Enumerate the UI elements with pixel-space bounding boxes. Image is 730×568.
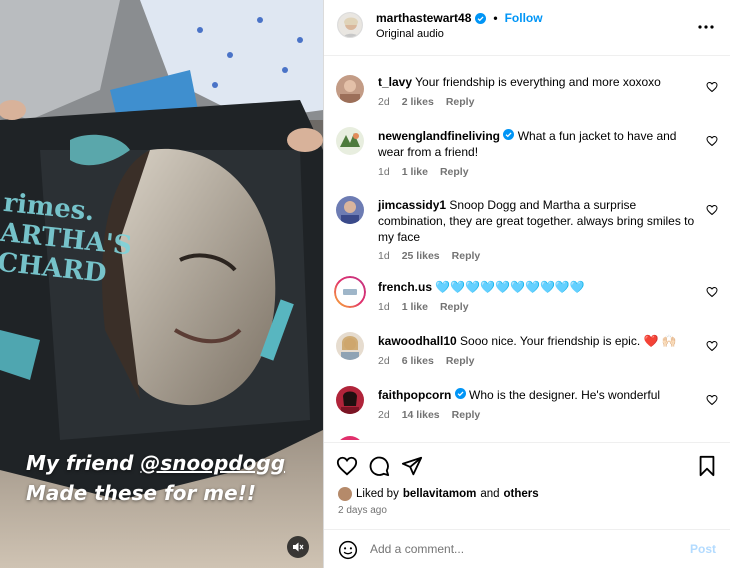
comment-likes[interactable]: 14 likes: [402, 409, 440, 421]
comment-body: Your friendship is everything and more x…: [415, 75, 661, 89]
avatar-image: [336, 332, 364, 360]
comment-username[interactable]: french.us: [378, 280, 432, 294]
liked-by-and: and: [480, 488, 500, 500]
comment-text-row: french.us 🩵🩵🩵🩵🩵🩵🩵🩵🩵🩵: [378, 279, 698, 295]
commenter-avatar[interactable]: [336, 386, 364, 414]
audio-link[interactable]: Original audio: [376, 28, 444, 40]
like-comment-heart-icon[interactable]: [706, 394, 718, 406]
comment-body: Sooo nice. Your friendship is epic. ❤️ 🙌…: [460, 334, 677, 348]
comment-likes[interactable]: 1 like: [402, 166, 428, 178]
verified-badge-icon: [454, 388, 466, 399]
instagram-post-modal: rimes. ARTHA'S CHARD My friend @snoopdog…: [0, 0, 730, 568]
follow-button[interactable]: Follow: [505, 11, 543, 25]
like-comment-heart-icon[interactable]: [706, 204, 718, 216]
caption-mention-link[interactable]: @snoopdogg: [140, 451, 285, 475]
comment-meta: 2d 2 likes Reply: [378, 96, 474, 108]
like-comment-heart-icon[interactable]: [706, 135, 718, 147]
like-comment-heart-icon[interactable]: [706, 286, 718, 298]
author-username[interactable]: marthastewart48: [376, 11, 471, 25]
comment-meta: 2d 14 likes Reply: [378, 409, 480, 421]
comment-likes[interactable]: 1 like: [402, 301, 428, 313]
verified-badge-icon: [475, 12, 487, 24]
comment-username[interactable]: jimcassidy1: [378, 198, 446, 212]
reply-button[interactable]: Reply: [440, 301, 469, 313]
comment-text-row: faithpopcorn Who is the designer. He's w…: [378, 387, 698, 403]
commenter-avatar[interactable]: [336, 332, 364, 360]
avatar-image: [336, 196, 364, 224]
comment-age[interactable]: 2d: [378, 355, 390, 367]
comments-list[interactable]: t_lavy Your friendship is everything and…: [324, 56, 730, 440]
save-bookmark-icon[interactable]: [696, 455, 718, 477]
jacket-print-text: rimes. ARTHA'S CHARD: [0, 187, 134, 289]
comment-likes[interactable]: 6 likes: [402, 355, 434, 367]
comment-likes[interactable]: 25 likes: [402, 250, 440, 262]
add-comment-bar: Post: [324, 529, 730, 568]
commenter-avatar[interactable]: [336, 75, 364, 103]
comment-text-row: kawoodhall10 Sooo nice. Your friendship …: [378, 333, 698, 349]
commenter-avatar[interactable]: [336, 127, 364, 155]
reply-button[interactable]: Reply: [446, 355, 475, 367]
liked-by-user-link[interactable]: bellavitamom: [403, 488, 477, 500]
commenter-avatar[interactable]: [336, 196, 364, 224]
comment-age[interactable]: 1d: [378, 250, 390, 262]
reply-button[interactable]: Reply: [440, 166, 469, 178]
comment-age[interactable]: 2d: [378, 409, 390, 421]
post-details-panel: marthastewart48 • Follow Original audio: [323, 0, 730, 568]
avatar-image: [334, 276, 366, 308]
caption-line-2: Made these for me!!: [26, 481, 256, 505]
comment-meta: 1d 1 like Reply: [378, 301, 469, 313]
avatar-image: [336, 386, 364, 414]
ellipsis-icon: [698, 25, 714, 29]
action-bar: [324, 442, 730, 484]
author-row: marthastewart48 • Follow: [376, 11, 543, 25]
caption-text: My friend: [26, 451, 141, 475]
like-comment-heart-icon[interactable]: [706, 340, 718, 352]
share-paper-plane-icon[interactable]: [401, 455, 423, 477]
comment-meta: 1d 1 like Reply: [378, 166, 469, 178]
author-avatar[interactable]: [337, 12, 363, 38]
avatar-image: [336, 75, 364, 103]
reply-button[interactable]: Reply: [452, 409, 481, 421]
liked-by-prefix: Liked by: [356, 488, 399, 500]
comment-username[interactable]: faithpopcorn: [378, 388, 451, 402]
comment-username[interactable]: kawoodhall10: [378, 334, 457, 348]
comment-body: 🩵🩵🩵🩵🩵🩵🩵🩵🩵🩵: [435, 280, 585, 294]
liker-avatar[interactable]: [338, 487, 352, 501]
post-comment-button[interactable]: Post: [690, 542, 716, 556]
separator-dot: •: [493, 11, 498, 25]
likes-summary: Liked by bellavitamom and others: [338, 487, 539, 501]
post-media[interactable]: rimes. ARTHA'S CHARD My friend @snoopdog…: [0, 0, 323, 568]
comment-text-row: jimcassidy1 Snoop Dogg and Martha a surp…: [378, 197, 698, 245]
comment-likes[interactable]: 2 likes: [402, 96, 434, 108]
mute-button[interactable]: [287, 536, 309, 558]
media-caption: My friend @snoopdogg Made these for me!!: [26, 448, 285, 508]
more-options-button[interactable]: [698, 16, 714, 34]
comment-text-row: newenglandfineliving What a fun jacket t…: [378, 128, 698, 160]
post-timestamp[interactable]: 2 days ago: [338, 505, 387, 516]
comment-meta: 2d 6 likes Reply: [378, 355, 474, 367]
reply-button[interactable]: Reply: [446, 96, 475, 108]
avatar-image: [338, 13, 362, 37]
like-comment-heart-icon[interactable]: [706, 81, 718, 93]
comment-text-row: t_lavy Your friendship is everything and…: [378, 74, 698, 90]
comment-age[interactable]: 1d: [378, 301, 390, 313]
emoji-smiley-icon[interactable]: [338, 540, 358, 560]
verified-badge-icon: [503, 129, 515, 140]
speaker-muted-icon: [293, 542, 304, 552]
comment-age[interactable]: 2d: [378, 96, 390, 108]
comment-age[interactable]: 1d: [378, 166, 390, 178]
comment-username[interactable]: newenglandfineliving: [378, 129, 500, 143]
comment-body: Who is the designer. He's wonderful: [469, 388, 661, 402]
like-heart-icon[interactable]: [336, 455, 358, 477]
commenter-avatar[interactable]: [334, 276, 366, 308]
comment-meta: 1d 25 likes Reply: [378, 250, 480, 262]
comment-username[interactable]: t_lavy: [378, 75, 412, 89]
post-header: marthastewart48 • Follow Original audio: [324, 0, 730, 56]
comment-bubble-icon[interactable]: [368, 455, 390, 477]
commenter-avatar-partial[interactable]: [336, 436, 364, 440]
add-comment-input[interactable]: [370, 542, 670, 556]
avatar-image: [336, 127, 364, 155]
reply-button[interactable]: Reply: [452, 250, 481, 262]
liked-by-others-link[interactable]: others: [504, 488, 539, 500]
